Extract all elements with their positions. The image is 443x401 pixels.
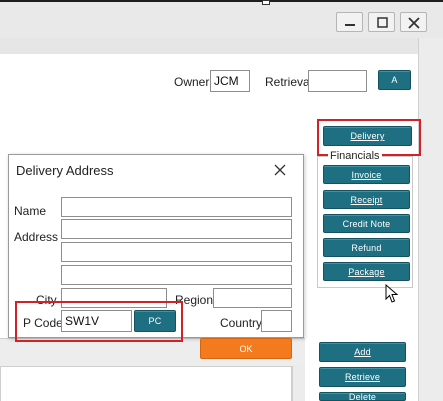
receipt-button-label: Receipt xyxy=(350,194,383,205)
financials-title: Financials xyxy=(328,150,382,162)
minimize-icon xyxy=(345,24,355,26)
credit-note-button-label: Credit Note xyxy=(342,218,391,229)
retrieval-button[interactable]: A xyxy=(378,70,411,90)
address-line-1-field[interactable] xyxy=(61,219,292,239)
add-button[interactable]: Add xyxy=(319,342,406,362)
results-list[interactable] xyxy=(0,366,292,401)
address-line-2-field[interactable] xyxy=(61,242,292,262)
credit-note-button[interactable]: Credit Note xyxy=(323,214,410,233)
retrieval-button-label: A xyxy=(391,75,398,85)
retrieval-label: Retrieval xyxy=(265,75,313,89)
maximize-button[interactable] xyxy=(368,12,395,32)
refund-button[interactable]: Refund xyxy=(323,238,410,257)
address-label: Address xyxy=(14,230,59,244)
country-label: Country xyxy=(220,316,263,330)
dialog-close-icon[interactable] xyxy=(272,162,288,178)
delete-button[interactable]: Delete xyxy=(319,392,406,401)
mouse-cursor-icon xyxy=(385,284,399,303)
address-line-3-field[interactable] xyxy=(61,265,292,285)
minimize-button[interactable] xyxy=(336,12,363,32)
name-label: Name xyxy=(14,204,47,218)
invoice-button-label: Invoice xyxy=(351,169,382,180)
name-field[interactable] xyxy=(61,197,292,217)
results-scrollbar[interactable] xyxy=(292,366,305,401)
receipt-button[interactable]: Receipt xyxy=(323,190,410,209)
refund-button-label: Refund xyxy=(351,242,382,253)
title-bar-top-line xyxy=(0,0,443,2)
invoice-button[interactable]: Invoice xyxy=(323,165,410,184)
add-button-label: Add xyxy=(354,347,371,357)
maximize-icon xyxy=(377,17,388,28)
highlight-pcode xyxy=(15,301,183,342)
retrieve-button[interactable]: Retrieve xyxy=(319,367,406,387)
package-button-label: Package xyxy=(348,266,385,277)
main-header-strip xyxy=(0,38,418,54)
owner-label: Owner xyxy=(174,75,210,89)
right-scroll-area xyxy=(418,38,443,401)
retrieval-field[interactable] xyxy=(308,70,367,92)
retrieve-button-label: Retrieve xyxy=(344,372,381,382)
owner-field[interactable]: JCM xyxy=(210,70,250,92)
country-field[interactable] xyxy=(261,310,292,332)
region-field[interactable] xyxy=(213,288,292,308)
close-button[interactable] xyxy=(400,12,427,32)
ok-button[interactable]: OK xyxy=(200,338,292,359)
ok-button-label: OK xyxy=(239,343,253,354)
dialog-title: Delivery Address xyxy=(16,163,114,178)
close-icon xyxy=(408,17,420,29)
package-button[interactable]: Package xyxy=(323,262,410,281)
resize-grip[interactable] xyxy=(262,0,270,5)
delete-button-label: Delete xyxy=(348,392,377,401)
